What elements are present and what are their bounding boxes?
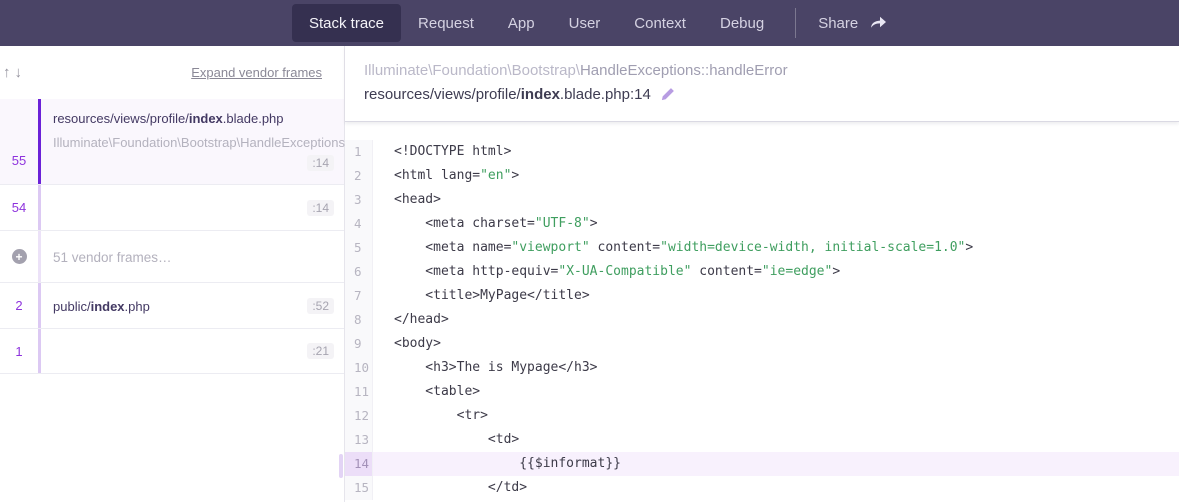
code-text: <table> xyxy=(373,380,1179,404)
code-text: <meta charset="UTF-8"> xyxy=(373,212,1179,236)
code-line: 7 <title>MyPage</title> xyxy=(345,284,1179,308)
code-text: <tr> xyxy=(373,404,1179,428)
code-text: <td> xyxy=(373,428,1179,452)
stack-frame-54[interactable]: 54 :14 xyxy=(0,185,344,231)
code-line: 8</head> xyxy=(345,308,1179,332)
arrow-up-icon[interactable]: ↑ xyxy=(3,64,15,81)
code-line: 9<body> xyxy=(345,332,1179,356)
frame-class: Illuminate\Foundation\Bootstrap\HandleEx… xyxy=(53,135,283,152)
vendor-frames-row[interactable]: + 51 vendor frames… xyxy=(0,231,344,283)
frame-line-badge: :52 xyxy=(307,298,334,314)
arrow-down-icon[interactable]: ↓ xyxy=(15,64,27,81)
code-text: </td> xyxy=(373,476,1179,500)
code-line: 1<!DOCTYPE html> xyxy=(345,140,1179,164)
code-line: 13 <td> xyxy=(345,428,1179,452)
code-line: 10 <h3>The is Mypage</h3> xyxy=(345,356,1179,380)
tab-context[interactable]: Context xyxy=(617,4,703,42)
code-line: 11 <table> xyxy=(345,380,1179,404)
sidebar-scrollbar-thumb[interactable] xyxy=(339,454,343,478)
frame-line-badge: :14 xyxy=(307,200,334,216)
frame-line-badge: :14 xyxy=(307,155,334,171)
share-button[interactable]: Share xyxy=(806,15,899,32)
code-line: 12 <tr> xyxy=(345,404,1179,428)
tab-debug[interactable]: Debug xyxy=(703,4,781,42)
stack-trace-sidebar: ↑↓ Expand vendor frames 55 resources/vie… xyxy=(0,46,345,502)
edit-in-editor-icon[interactable] xyxy=(660,87,675,102)
line-number: 7 xyxy=(345,284,373,308)
code-text: <!DOCTYPE html> xyxy=(373,140,1179,164)
main-panel: Illuminate\Foundation\Bootstrap\HandleEx… xyxy=(345,46,1179,502)
code-text: {{$informat}} xyxy=(373,452,1179,476)
line-number: 5 xyxy=(345,236,373,260)
code-text: <title>MyPage</title> xyxy=(373,284,1179,308)
nav-divider xyxy=(795,8,796,38)
line-number: 12 xyxy=(345,404,373,428)
line-number: 11 xyxy=(345,380,373,404)
sidebar-toolbar: ↑↓ Expand vendor frames xyxy=(0,46,344,99)
frame-number: 54 xyxy=(0,185,38,230)
expand-plus-icon[interactable]: + xyxy=(12,249,27,264)
frame-number: 1 xyxy=(0,329,38,373)
tab-app[interactable]: App xyxy=(491,4,552,42)
top-nav: Stack trace Request App User Context Deb… xyxy=(0,0,1179,46)
frame-method-breadcrumb: Illuminate\Foundation\Bootstrap\HandleEx… xyxy=(364,62,1159,79)
code-snippet: 1<!DOCTYPE html>2<html lang="en">3<head>… xyxy=(345,122,1179,502)
code-text: </head> xyxy=(373,308,1179,332)
code-line: 14 {{$informat}} xyxy=(345,452,1179,476)
frame-line-badge: :21 xyxy=(307,343,334,359)
frame-header: Illuminate\Foundation\Bootstrap\HandleEx… xyxy=(345,46,1179,122)
tab-request[interactable]: Request xyxy=(401,4,491,42)
code-line: 4 <meta charset="UTF-8"> xyxy=(345,212,1179,236)
tab-user[interactable]: User xyxy=(552,4,618,42)
content-area: ↑↓ Expand vendor frames 55 resources/vie… xyxy=(0,46,1179,502)
code-lines: 1<!DOCTYPE html>2<html lang="en">3<head>… xyxy=(345,140,1179,500)
line-number: 2 xyxy=(345,164,373,188)
frame-number: 2 xyxy=(0,283,38,328)
tab-stack-trace[interactable]: Stack trace xyxy=(292,4,401,42)
code-text: <body> xyxy=(373,332,1179,356)
code-line: 6 <meta http-equiv="X-UA-Compatible" con… xyxy=(345,260,1179,284)
share-icon xyxy=(870,16,887,30)
line-number: 8 xyxy=(345,308,373,332)
line-number: 4 xyxy=(345,212,373,236)
line-number: 14 xyxy=(345,452,373,476)
code-line: 5 <meta name="viewport" content="width=d… xyxy=(345,236,1179,260)
line-number: 1 xyxy=(345,140,373,164)
line-number: 6 xyxy=(345,260,373,284)
code-line: 3<head> xyxy=(345,188,1179,212)
line-number: 15 xyxy=(345,476,373,500)
code-text: <html lang="en"> xyxy=(373,164,1179,188)
code-line: 15 </td> xyxy=(345,476,1179,500)
frame-file-path: resources/views/profile/index.blade.php xyxy=(53,111,332,126)
code-text: <meta http-equiv="X-UA-Compatible" conte… xyxy=(373,260,1179,284)
line-number: 3 xyxy=(345,188,373,212)
frame-file-path: public/index.php xyxy=(53,299,150,314)
frame-file-breadcrumb: resources/views/profile/index.blade.php:… xyxy=(364,86,1159,103)
code-text: <head> xyxy=(373,188,1179,212)
share-label: Share xyxy=(818,15,858,32)
vendor-frames-label: 51 vendor frames… xyxy=(41,231,344,282)
code-text: <h3>The is Mypage</h3> xyxy=(373,356,1179,380)
stack-frame-1[interactable]: 1 :21 xyxy=(0,329,344,374)
line-number: 10 xyxy=(345,356,373,380)
code-line: 2<html lang="en"> xyxy=(345,164,1179,188)
frame-nav-arrows[interactable]: ↑↓ xyxy=(3,64,26,81)
stack-frame-55[interactable]: 55 resources/views/profile/index.blade.p… xyxy=(0,99,344,185)
line-number: 9 xyxy=(345,332,373,356)
code-text: <meta name="viewport" content="width=dev… xyxy=(373,236,1179,260)
stack-frame-2[interactable]: 2 public/index.php :52 xyxy=(0,283,344,329)
line-number: 13 xyxy=(345,428,373,452)
frame-number: 55 xyxy=(0,99,38,184)
expand-vendor-frames-link[interactable]: Expand vendor frames xyxy=(191,65,322,80)
